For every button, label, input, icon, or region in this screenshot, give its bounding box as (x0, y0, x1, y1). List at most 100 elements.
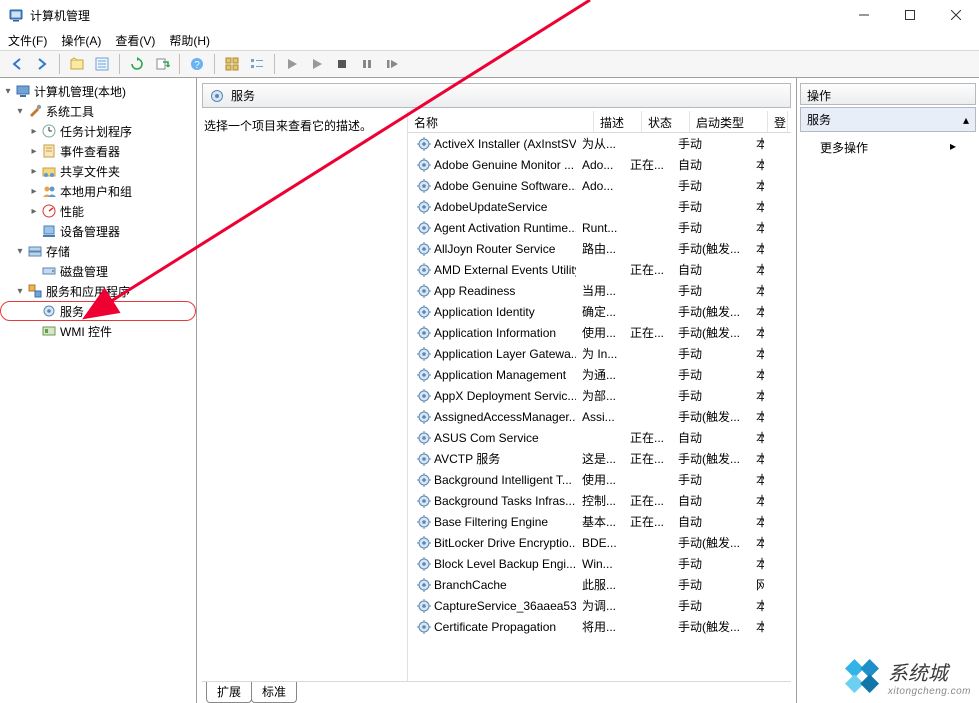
collapse-icon[interactable]: ▾ (14, 286, 26, 297)
collapse-icon[interactable]: ▾ (2, 86, 14, 97)
service-row[interactable]: BitLocker Drive Encryptio...BDE...手动(触发.… (408, 532, 791, 553)
minimize-button[interactable] (841, 0, 887, 30)
service-startup: 手动 (672, 135, 750, 152)
service-row[interactable]: BranchCache此服...手动网 (408, 574, 791, 595)
col-name[interactable]: 名称 (408, 111, 594, 132)
service-row[interactable]: App Readiness当用...手动本 (408, 280, 791, 301)
separator (59, 54, 60, 74)
actions-category[interactable]: 服务 ▴ (800, 107, 976, 132)
forward-button[interactable] (31, 53, 53, 75)
share-icon (41, 163, 57, 179)
service-row[interactable]: AMD External Events Utility正在...自动本 (408, 259, 791, 280)
service-row[interactable]: ASUS Com Service正在...自动本 (408, 427, 791, 448)
service-row[interactable]: Application Identity确定...手动(触发...本 (408, 301, 791, 322)
col-startup[interactable]: 启动类型 (690, 111, 768, 132)
service-row[interactable]: AdobeUpdateService手动本 (408, 196, 791, 217)
tree-root[interactable]: ▾ 计算机管理(本地) (0, 81, 196, 101)
service-row[interactable]: AllJoyn Router Service路由...手动(触发...本 (408, 238, 791, 259)
menu-action[interactable]: 操作(A) (61, 32, 101, 49)
expand-icon[interactable]: ▸ (28, 146, 40, 157)
collapse-icon[interactable]: ▾ (14, 246, 26, 257)
service-row[interactable]: Background Tasks Infras...控制...正在...自动本 (408, 490, 791, 511)
expand-icon[interactable]: ▸ (28, 126, 40, 137)
service-name: AllJoyn Router Service (434, 242, 555, 256)
tree-performance[interactable]: ▸ 性能 (0, 201, 196, 221)
menu-help[interactable]: 帮助(H) (169, 32, 210, 49)
gear-icon (416, 598, 432, 614)
actions-more[interactable]: 更多操作 ▸ (800, 136, 976, 159)
menu-view[interactable]: 查看(V) (115, 32, 155, 49)
service-startup: 手动(触发... (672, 324, 750, 341)
service-row[interactable]: Adobe Genuine Monitor ...Ado...正在...自动本 (408, 154, 791, 175)
service-name: ActiveX Installer (AxInstSV) (434, 137, 576, 151)
service-row[interactable]: AppX Deployment Servic...为部...手动本 (408, 385, 791, 406)
service-logon: 本 (750, 492, 764, 509)
service-logon: 本 (750, 198, 764, 215)
service-startup: 手动 (672, 366, 750, 383)
col-status[interactable]: 状态 (642, 111, 690, 132)
tree-event-viewer[interactable]: ▸ 事件查看器 (0, 141, 196, 161)
export-button[interactable] (151, 53, 173, 75)
stop-button[interactable] (331, 53, 353, 75)
service-row[interactable]: Certificate Propagation将用...手动(触发...本 (408, 616, 791, 637)
collapse-icon[interactable]: ▾ (14, 106, 26, 117)
service-row[interactable]: Agent Activation Runtime...Runt...手动本 (408, 217, 791, 238)
service-desc: 确定... (576, 303, 624, 320)
tree-shared-folders[interactable]: ▸ 共享文件夹 (0, 161, 196, 181)
up-button[interactable] (66, 53, 88, 75)
service-row[interactable]: Block Level Backup Engi...Win...手动本 (408, 553, 791, 574)
tree-device-manager[interactable]: 设备管理器 (0, 221, 196, 241)
play-button[interactable] (281, 53, 303, 75)
tree-label: 事件查看器 (60, 143, 120, 160)
service-row[interactable]: AVCTP 服务这是...正在...手动(触发...本 (408, 448, 791, 469)
maximize-button[interactable] (887, 0, 933, 30)
gear-icon (416, 346, 432, 362)
service-row[interactable]: Adobe Genuine Software...Ado...手动本 (408, 175, 791, 196)
restart-button[interactable] (381, 53, 403, 75)
view-large-button[interactable] (221, 53, 243, 75)
service-logon: 本 (750, 156, 764, 173)
service-name: BitLocker Drive Encryptio... (434, 536, 576, 550)
col-logon[interactable]: 登 (768, 111, 788, 132)
expand-icon[interactable]: ▸ (28, 206, 40, 217)
tree-system-tools[interactable]: ▾ 系统工具 (0, 101, 196, 121)
back-button[interactable] (6, 53, 28, 75)
tree-local-users[interactable]: ▸ 本地用户和组 (0, 181, 196, 201)
tree-services-apps[interactable]: ▾ 服务和应用程序 (0, 281, 196, 301)
expand-icon[interactable]: ▸ (28, 186, 40, 197)
tree-disk-mgmt[interactable]: 磁盘管理 (0, 261, 196, 281)
service-row[interactable]: Application Information使用...正在...手动(触发..… (408, 322, 791, 343)
service-row[interactable]: AssignedAccessManager...Assi...手动(触发...本 (408, 406, 791, 427)
col-desc[interactable]: 描述 (594, 111, 642, 132)
view-list-button[interactable] (246, 53, 268, 75)
tab-standard[interactable]: 标准 (251, 682, 297, 703)
service-row[interactable]: Background Intelligent T...使用...手动本 (408, 469, 791, 490)
service-status: 正在... (624, 513, 672, 530)
tree-services[interactable]: 服务 (0, 301, 196, 321)
service-row[interactable]: Application Management为通...手动本 (408, 364, 791, 385)
service-row[interactable]: Application Layer Gatewa...为 In...手动本 (408, 343, 791, 364)
refresh-button[interactable] (126, 53, 148, 75)
tab-extended[interactable]: 扩展 (206, 682, 252, 703)
expand-icon[interactable]: ▸ (28, 166, 40, 177)
description-hint: 选择一个项目来查看它的描述。 (204, 119, 372, 133)
pause-button[interactable] (356, 53, 378, 75)
tree-wmi[interactable]: WMI 控件 (0, 321, 196, 341)
tree-task-scheduler[interactable]: ▸ 任务计划程序 (0, 121, 196, 141)
service-logon: 本 (750, 555, 764, 572)
service-grid[interactable]: ActiveX Installer (AxInstSV)为从...手动本Adob… (408, 133, 791, 681)
play2-button[interactable] (306, 53, 328, 75)
close-button[interactable] (933, 0, 979, 30)
tree-label: 本地用户和组 (60, 183, 132, 200)
gear-icon (416, 619, 432, 635)
menu-file[interactable]: 文件(F) (8, 32, 47, 49)
help-button[interactable]: ? (186, 53, 208, 75)
tree-storage[interactable]: ▾ 存储 (0, 241, 196, 261)
window-title: 计算机管理 (30, 7, 90, 24)
properties-button[interactable] (91, 53, 113, 75)
service-row[interactable]: CaptureService_36aaea53为调...手动本 (408, 595, 791, 616)
service-row[interactable]: Base Filtering Engine基本...正在...自动本 (408, 511, 791, 532)
main-area: ▾ 计算机管理(本地) ▾ 系统工具 ▸ 任务计划程序 ▸ 事件查看器 ▸ (0, 78, 979, 703)
service-name: AVCTP 服务 (434, 450, 500, 467)
service-row[interactable]: ActiveX Installer (AxInstSV)为从...手动本 (408, 133, 791, 154)
